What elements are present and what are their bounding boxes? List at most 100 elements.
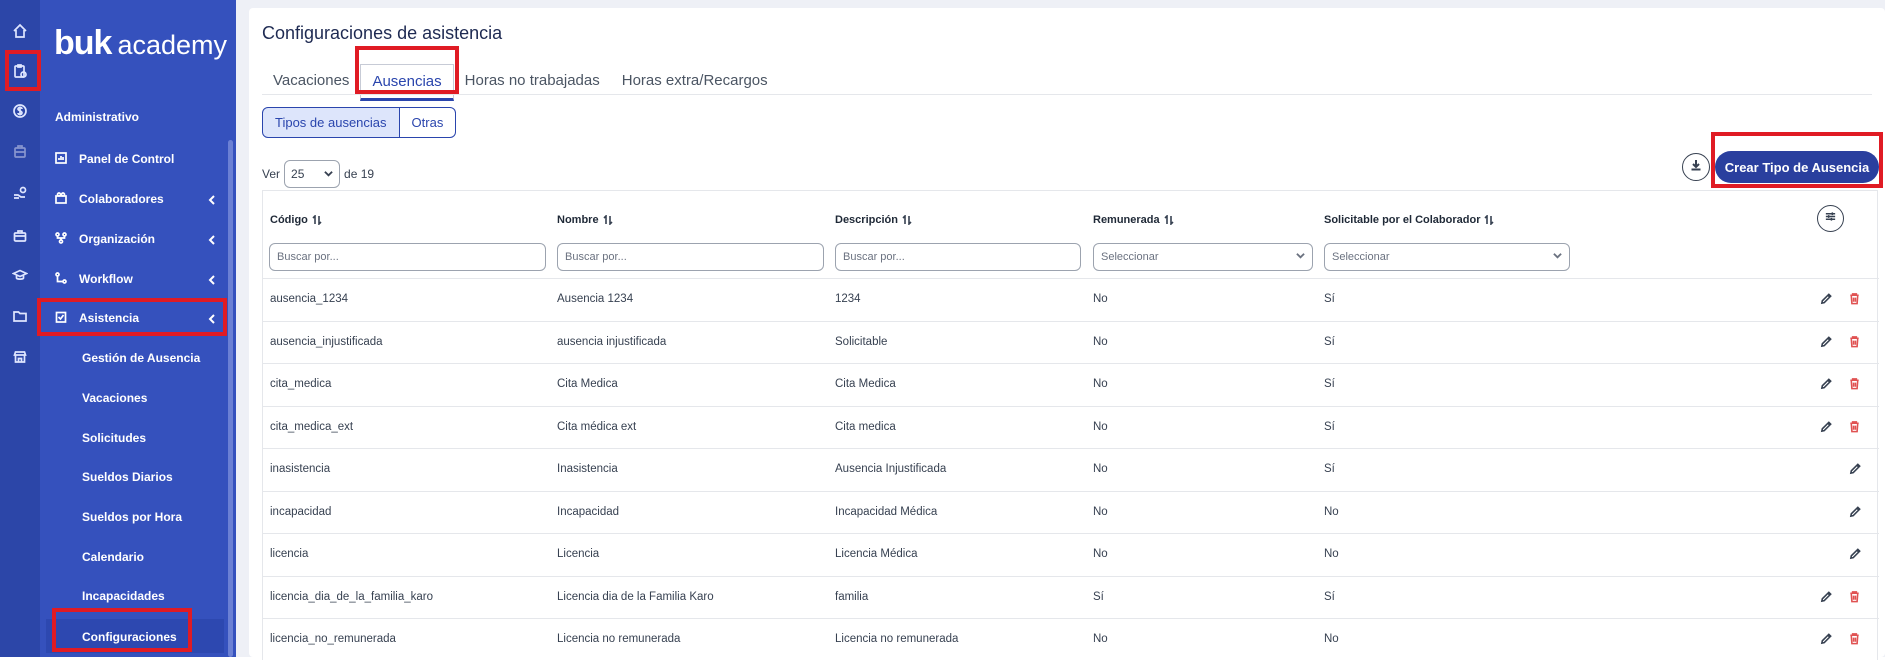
codigo-search-input[interactable]: Buscar por...: [269, 243, 546, 271]
sidebar-item-workflow[interactable]: Workflow: [55, 266, 227, 292]
table-row[interactable]: ausencia_injustificada ausencia injustifi…: [263, 320, 1879, 364]
solicitable-select[interactable]: Seleccionar: [1324, 243, 1570, 271]
column-header-descripcion[interactable]: Descripción: [835, 214, 912, 226]
cell-descripcion: Licencia Médica: [835, 548, 918, 560]
cell-nombre: Incapacidad: [557, 505, 620, 518]
logo-brand: buk: [54, 24, 112, 62]
column-header-nombre[interactable]: Nombre: [557, 214, 613, 226]
store-icon[interactable]: [9, 346, 31, 368]
column-header-label: Descripción: [835, 214, 898, 226]
filter-placeholder: Buscar por...: [565, 251, 627, 263]
subitem-solicitudes[interactable]: Solicitudes: [82, 431, 146, 445]
edit-icon[interactable]: [1820, 377, 1834, 391]
sidebar-scrollbar[interactable]: [228, 140, 233, 657]
chevron-left-icon: [207, 313, 217, 324]
segment-tipos-de-ausencias[interactable]: Tipos de ausencias: [262, 107, 400, 138]
filter-placeholder: Buscar por...: [277, 251, 339, 263]
table-row[interactable]: licencia_dia_de_la_familia_karo Licencia …: [263, 575, 1879, 619]
descripcion-search-input[interactable]: Buscar por...: [835, 243, 1081, 271]
folder-icon[interactable]: [9, 305, 31, 327]
subitem-sueldos-diarios[interactable]: Sueldos Diarios: [82, 470, 173, 484]
sidebar-item-panel-de-control[interactable]: Panel de Control: [55, 146, 227, 172]
subitem-vacaciones[interactable]: Vacaciones: [82, 391, 147, 405]
cell-codigo: inasistencia: [270, 463, 331, 475]
nombre-search-input[interactable]: Buscar por...: [557, 243, 824, 271]
main-panel: Configuraciones de asistencia Vacaciones…: [249, 8, 1885, 660]
cell-descripcion: Ausencia Injustificada: [835, 463, 947, 475]
chevron-left-icon: [207, 234, 217, 245]
tab-vacaciones[interactable]: Vacaciones: [262, 64, 360, 101]
sort-icon: [312, 215, 322, 225]
table-row[interactable]: cita_medica Cita Medica Cita Medica No Sí: [263, 363, 1879, 406]
cell-codigo: licencia: [270, 548, 309, 560]
workflow-icon: [55, 272, 69, 286]
sliders-icon: [1824, 210, 1837, 228]
sort-icon: [902, 215, 912, 225]
chevron-left-icon: [207, 194, 217, 205]
tab-horas-no-trabajadas[interactable]: Horas no trabajadas: [454, 64, 611, 101]
column-settings-button[interactable]: [1817, 205, 1844, 232]
subitem-incapacidades[interactable]: Incapacidades: [82, 589, 165, 603]
edit-icon[interactable]: [1849, 547, 1863, 561]
download-button[interactable]: [1682, 153, 1710, 181]
sidebar-item-colaboradores[interactable]: Colaboradores: [55, 186, 227, 212]
edit-icon[interactable]: [1820, 292, 1834, 306]
create-absence-type-button[interactable]: Crear Tipo de Ausencia: [1715, 151, 1879, 183]
cell-nombre: Ausencia 1234: [557, 293, 634, 305]
gift-icon[interactable]: [9, 224, 31, 246]
table-row[interactable]: ausencia_1234 Ausencia 1234 1234 No Sí: [263, 278, 1879, 321]
graduation-cap-icon[interactable]: [9, 264, 31, 286]
logo[interactable]: buk academy: [54, 24, 227, 63]
cell-codigo: incapacidad: [270, 505, 332, 518]
table-row[interactable]: incapacidad Incapacidad Incapacidad Médica…: [263, 490, 1879, 534]
edit-icon[interactable]: [1820, 590, 1834, 604]
cell-descripcion: Cita Medica: [835, 378, 896, 390]
column-header-remunerada[interactable]: Remunerada: [1093, 214, 1174, 226]
sidebar-item-label: Workflow: [79, 272, 133, 286]
cell-descripcion: Solicitable: [835, 335, 888, 348]
table-row[interactable]: inasistencia Inasistencia Ausencia Injusti…: [263, 448, 1879, 491]
chevron-down-icon: [1296, 251, 1305, 263]
trash-icon[interactable]: [1848, 420, 1862, 434]
home-icon[interactable]: [9, 20, 31, 42]
cell-remunerada: No: [1093, 293, 1108, 305]
column-header-solicitable[interactable]: Solicitable por el Colaborador: [1324, 214, 1495, 226]
sidebar-item-asistencia[interactable]: Asistencia: [55, 305, 227, 331]
dollar-icon[interactable]: [9, 100, 31, 122]
trash-icon[interactable]: [1848, 335, 1862, 349]
table-row[interactable]: cita_medica_ext Cita médica ext Cita medic…: [263, 405, 1879, 449]
column-header-codigo[interactable]: Código: [270, 214, 322, 226]
edit-icon[interactable]: [1820, 632, 1834, 646]
cell-remunerada: Sí: [1093, 590, 1104, 603]
attendance-icon[interactable]: [9, 60, 31, 82]
edit-icon[interactable]: [1820, 420, 1834, 434]
trash-icon[interactable]: [1848, 292, 1862, 306]
briefcase-icon[interactable]: [9, 140, 31, 162]
sort-icon: [602, 215, 613, 225]
chevron-down-icon: [324, 167, 333, 181]
hand-coins-icon[interactable]: [9, 182, 31, 204]
edit-icon[interactable]: [1820, 335, 1834, 349]
page-size-select[interactable]: 25: [284, 160, 341, 188]
trash-icon[interactable]: [1848, 590, 1862, 604]
cell-solicitable: No: [1324, 633, 1339, 645]
table-row[interactable]: licencia_no_remunerada Licencia no remune…: [263, 618, 1879, 661]
segment-otras[interactable]: Otras: [399, 107, 457, 138]
trash-icon[interactable]: [1848, 377, 1862, 391]
edit-icon[interactable]: [1849, 505, 1863, 519]
edit-icon[interactable]: [1849, 462, 1863, 476]
tab-ausencias[interactable]: Ausencias: [360, 64, 454, 101]
trash-icon[interactable]: [1848, 632, 1862, 646]
subitem-calendario[interactable]: Calendario: [82, 550, 144, 564]
table-row[interactable]: licencia Licencia Licencia Médica No No: [263, 533, 1879, 576]
subitem-configuraciones[interactable]: Configuraciones: [82, 630, 177, 644]
subitem-sueldos-por-hora[interactable]: Sueldos por Hora: [82, 510, 182, 524]
tabs-divider: [262, 94, 1872, 95]
sidebar-item-organizacion[interactable]: Organización: [55, 226, 227, 252]
cell-descripcion: Incapacidad Médica: [835, 505, 938, 518]
page-size-value: 25: [291, 167, 305, 181]
tab-horas-extra-recargos[interactable]: Horas extra/Recargos: [611, 64, 779, 101]
cell-nombre: Inasistencia: [557, 463, 618, 475]
subitem-gestion-de-ausencia[interactable]: Gestión de Ausencia: [82, 351, 200, 365]
remunerada-select[interactable]: Seleccionar: [1093, 243, 1313, 271]
